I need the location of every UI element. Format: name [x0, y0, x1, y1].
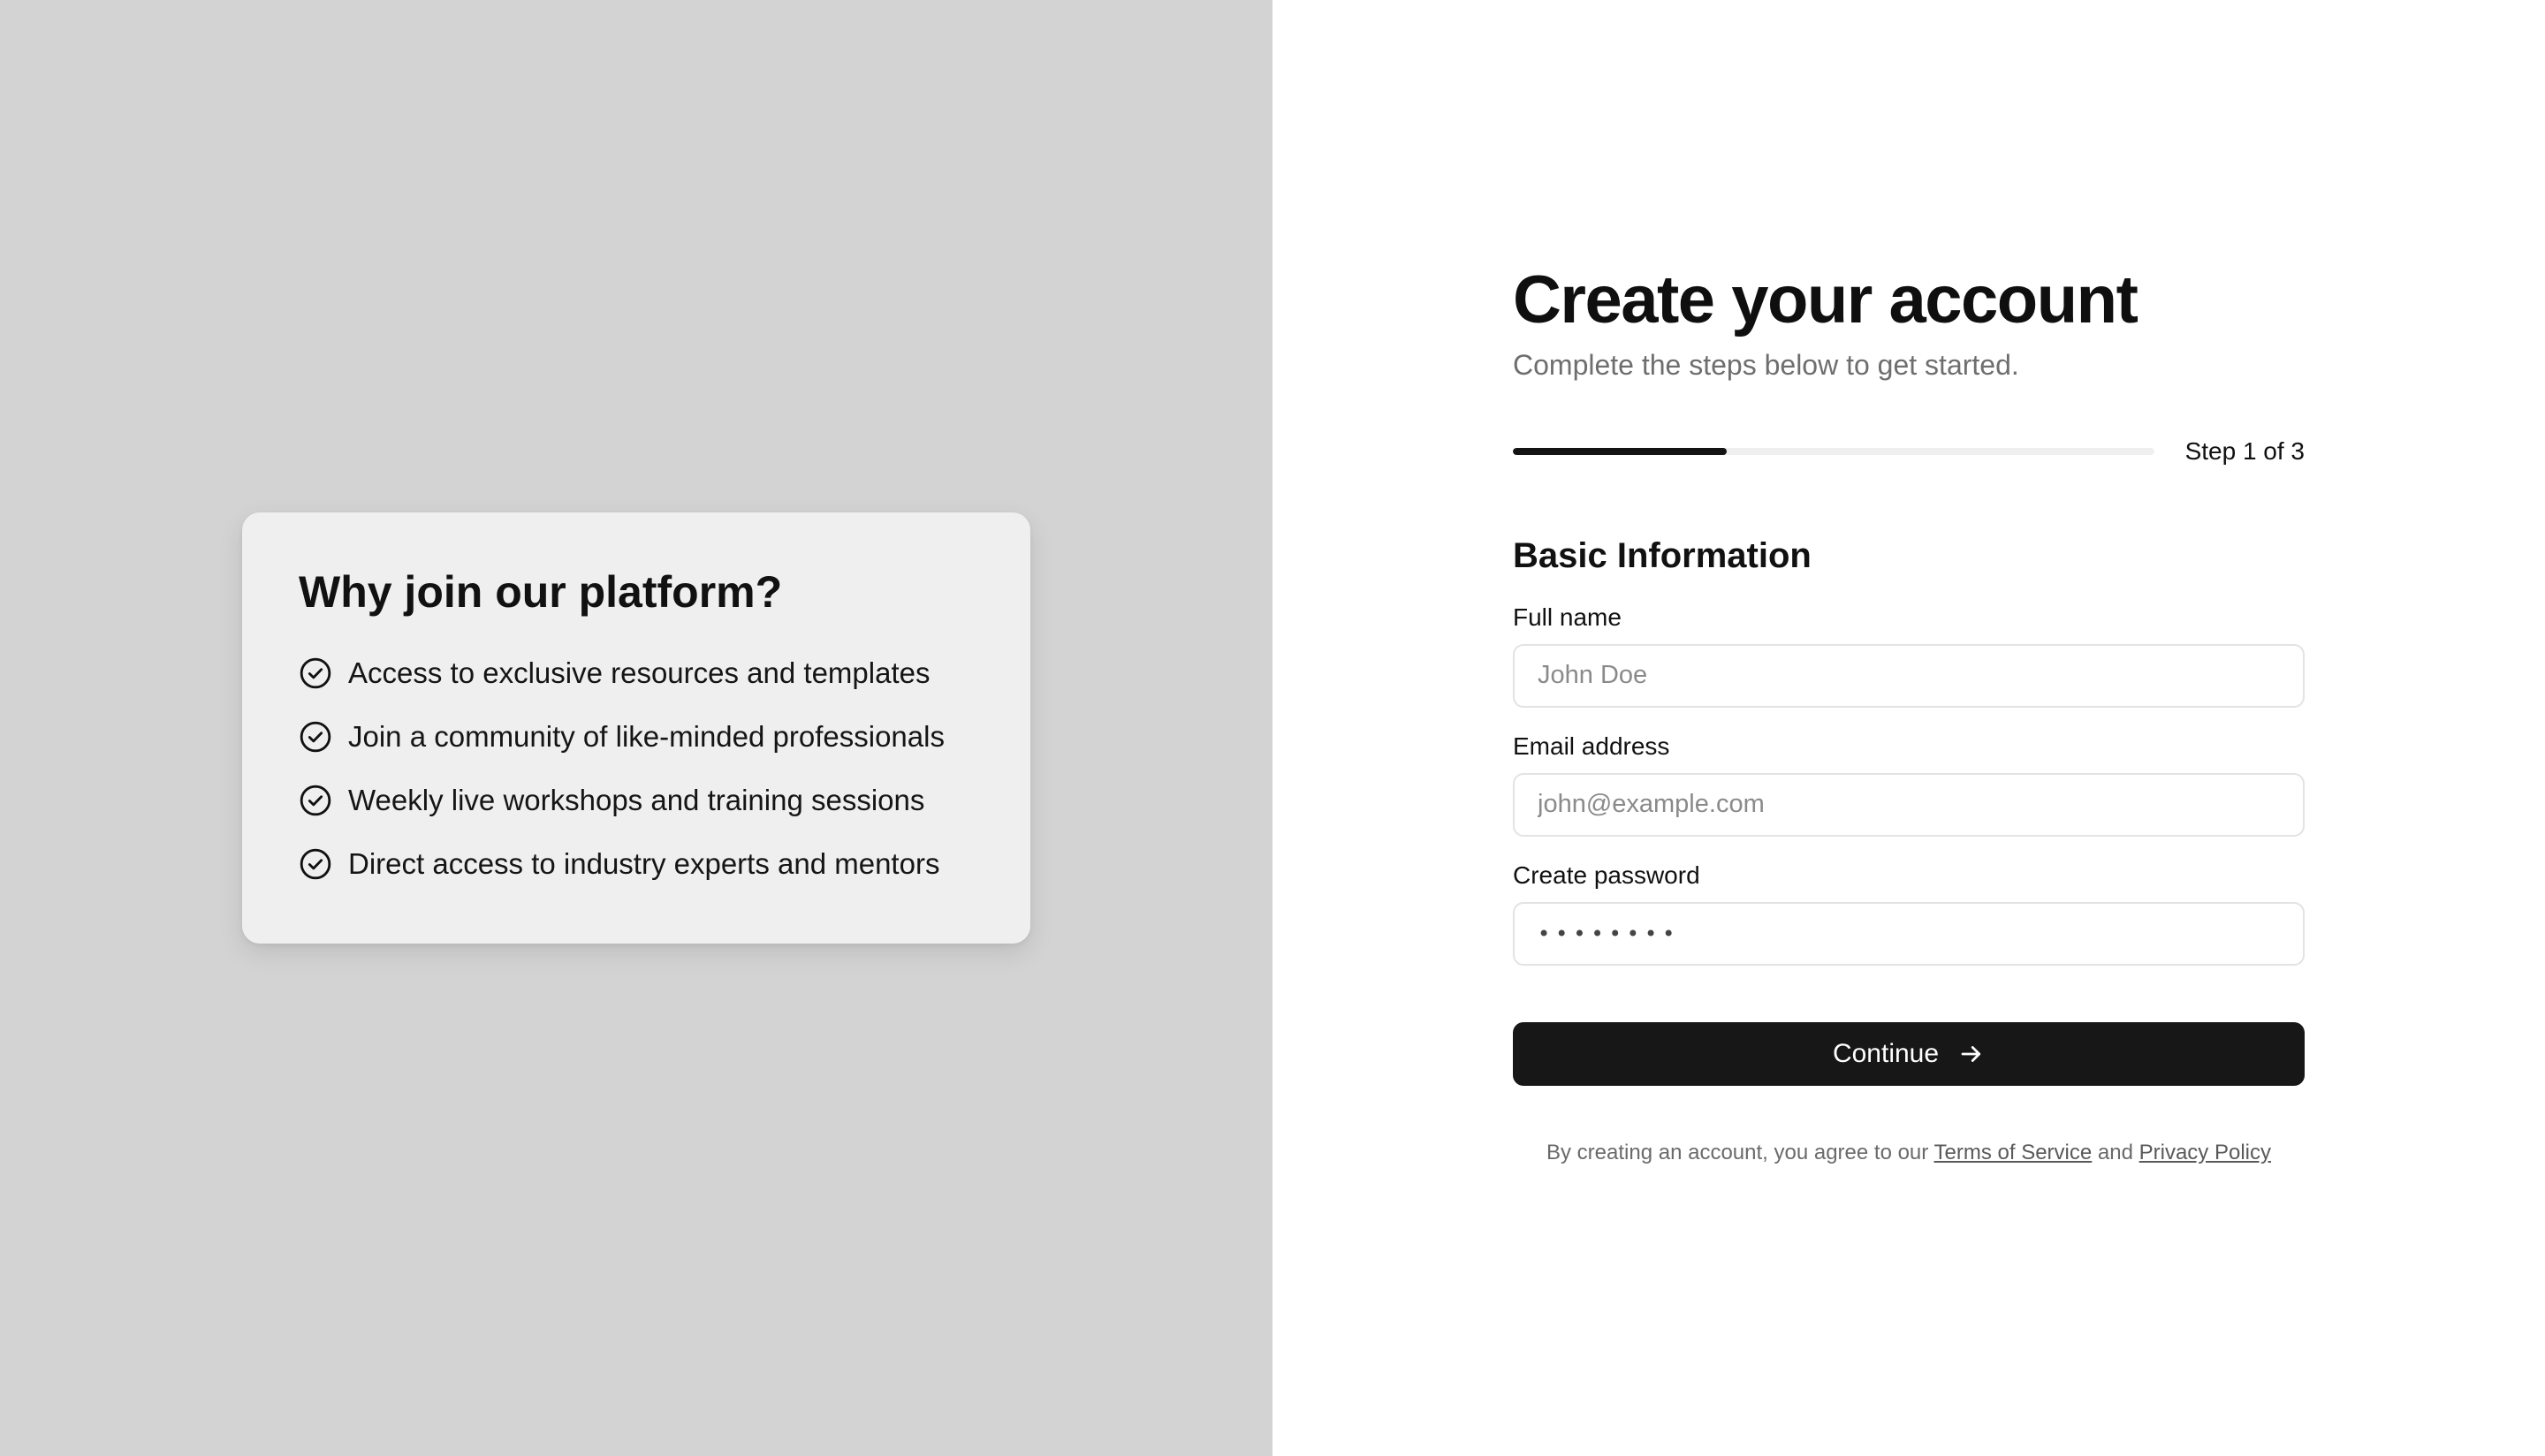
full-name-field-group: Full name — [1513, 603, 2305, 708]
continue-button[interactable]: Continue — [1513, 1021, 2305, 1086]
terms-prefix: By creating an account, you agree to our — [1546, 1140, 1929, 1164]
terms-conjunction: and — [2097, 1140, 2133, 1164]
benefit-item: Direct access to industry experts and me… — [299, 832, 974, 896]
password-field-group: Create password — [1513, 861, 2305, 966]
benefit-text: Access to exclusive resources and templa… — [348, 656, 931, 689]
benefits-card: Why join our platform? Access to exclusi… — [242, 512, 1030, 944]
benefits-panel: Why join our platform? Access to exclusi… — [0, 0, 1272, 1456]
page-subtitle: Complete the steps below to get started. — [1513, 349, 2019, 382]
benefit-item: Access to exclusive resources and templa… — [299, 641, 974, 705]
signup-page: Why join our platform? Access to exclusi… — [0, 0, 2545, 1456]
benefit-text: Join a community of like-minded professi… — [348, 720, 945, 753]
privacy-policy-link[interactable]: Privacy Policy — [2139, 1141, 2271, 1164]
progress-bar-fill — [1513, 447, 1727, 455]
password-label: Create password — [1513, 861, 1700, 889]
full-name-input[interactable] — [1513, 643, 2305, 708]
step-progress: Step 1 of 3 — [1513, 437, 2305, 466]
benefits-title: Why join our platform? — [299, 567, 783, 617]
signup-form-panel: Create your account Complete the steps b… — [1272, 0, 2545, 1456]
continue-button-label: Continue — [1832, 1038, 1940, 1068]
terms-of-service-link[interactable]: Terms of Service — [1934, 1141, 2093, 1164]
section-title: Basic Information — [1513, 535, 1812, 575]
page-title: Create your account — [1513, 262, 2139, 337]
benefit-item: Join a community of like-minded professi… — [299, 705, 974, 769]
password-input[interactable] — [1513, 901, 2305, 966]
email-input[interactable] — [1513, 772, 2305, 837]
terms-notice: By creating an account, you agree to our… — [1513, 1141, 2305, 1165]
signup-form: Create your account Complete the steps b… — [1513, 260, 2305, 1187]
benefits-list: Access to exclusive resources and templa… — [299, 641, 974, 896]
benefit-item: Weekly live workshops and training sessi… — [299, 769, 974, 832]
full-name-label: Full name — [1513, 603, 1622, 631]
check-circle-icon — [300, 721, 331, 753]
progress-bar — [1513, 447, 2154, 455]
check-circle-icon — [300, 657, 331, 689]
step-indicator: Step 1 of 3 — [2184, 436, 2305, 465]
check-circle-icon — [300, 785, 331, 816]
email-field-group: Email address — [1513, 732, 2305, 837]
email-label: Email address — [1513, 732, 1670, 760]
benefit-text: Direct access to industry experts and me… — [348, 847, 940, 880]
check-circle-icon — [300, 848, 331, 880]
benefit-text: Weekly live workshops and training sessi… — [348, 784, 925, 816]
arrow-right-icon — [1961, 1045, 1981, 1062]
